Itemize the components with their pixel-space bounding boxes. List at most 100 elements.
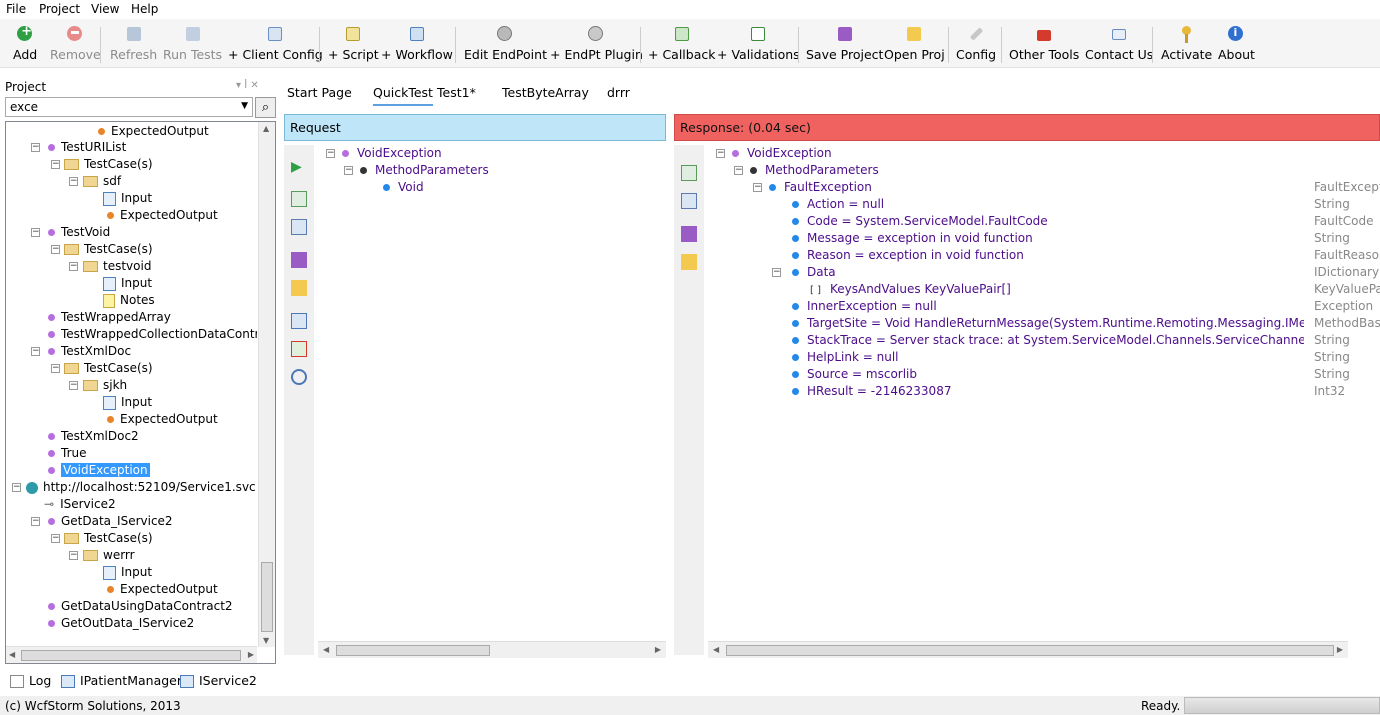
client-config-button[interactable]: + Client Config [228, 25, 323, 62]
save-icon[interactable] [291, 252, 307, 268]
copy-icon[interactable] [291, 313, 307, 329]
config-button[interactable]: Config [956, 25, 996, 62]
add-button[interactable]: + Add [13, 24, 37, 62]
run-tests-button[interactable]: Run Tests [163, 25, 222, 62]
menu-file[interactable]: File [6, 2, 26, 16]
menu-project[interactable]: Project [39, 2, 80, 16]
request-node[interactable]: VoidException [340, 145, 442, 162]
tab-test1[interactable]: Test1* [437, 85, 476, 100]
tree-item[interactable]: Input [103, 394, 152, 411]
callback-button[interactable]: + Callback [648, 25, 716, 62]
tab-drrr[interactable]: drrr [607, 85, 630, 100]
response-node[interactable]: StackTrace = Server stack trace: at Syst… [790, 332, 1304, 349]
tree-item[interactable]: Input [103, 275, 152, 292]
response-node[interactable]: Source = mscorlib [790, 366, 917, 383]
response-node[interactable]: FaultException [767, 179, 872, 196]
open-folder-icon[interactable] [681, 254, 697, 270]
tree-item[interactable]: TestXmlDoc [44, 343, 131, 360]
workflow-button[interactable]: + Workflow [381, 25, 453, 62]
search-input[interactable] [6, 98, 236, 116]
tree-item[interactable]: Input [103, 190, 152, 207]
response-node[interactable]: HResult = -2146233087 [790, 383, 951, 400]
tree-item[interactable]: TestURIList [44, 139, 126, 156]
response-node[interactable]: Data [790, 264, 836, 281]
response-node[interactable]: MethodParameters [748, 162, 879, 179]
project-tree[interactable]: ExpectedOutput − TestURIList − TestCase(… [5, 121, 276, 664]
tab-start-page[interactable]: Start Page [287, 85, 352, 100]
tree-item[interactable]: True [44, 445, 87, 462]
script-button[interactable]: + Script [328, 25, 379, 62]
tree-item[interactable]: sdf [83, 173, 121, 190]
tree-item[interactable]: TestCase(s) [64, 360, 153, 377]
response-horizontal-scrollbar[interactable]: ◀ ▶ [708, 641, 1348, 658]
request-horizontal-scrollbar[interactable]: ◀ ▶ [318, 641, 666, 658]
tree-item[interactable]: TestCase(s) [64, 156, 153, 173]
tree-view-icon[interactable] [681, 165, 697, 181]
response-node[interactable]: InnerException = null [790, 298, 937, 315]
activate-button[interactable]: Activate [1161, 25, 1212, 62]
open-folder-icon[interactable] [291, 280, 307, 296]
refresh-button[interactable]: Refresh [110, 25, 157, 62]
response-node[interactable]: TargetSite = Void HandleReturnMessage(Sy… [790, 315, 1304, 332]
chart-icon[interactable] [291, 341, 307, 357]
search-combobox[interactable]: ▼ [5, 97, 253, 117]
response-node[interactable]: Message = exception in void function [790, 230, 1033, 247]
tab-testbytearray[interactable]: TestByteArray [502, 85, 589, 100]
response-node[interactable]: Action = null [790, 196, 884, 213]
tree-item[interactable]: TestCase(s) [64, 530, 153, 547]
search-button[interactable]: ⌕ [255, 97, 276, 118]
panel-pin-icon[interactable]: ▾ ꟾ ✕ [236, 80, 259, 91]
tree-item[interactable]: sjkh [83, 377, 127, 394]
tab-iservice2[interactable]: IService2 [180, 673, 257, 688]
response-node[interactable]: Code = System.ServiceModel.FaultCode [790, 213, 1048, 230]
edit-endpoint-button[interactable]: Edit EndPoint [464, 25, 547, 62]
tree-item[interactable]: Notes [103, 292, 155, 309]
response-tree[interactable]: − VoidException − MethodParameters − Fau… [708, 145, 1380, 641]
tree-item[interactable]: TestXmlDoc2 [44, 428, 139, 445]
web-icon[interactable] [291, 219, 307, 235]
contact-us-button[interactable]: Contact Us [1085, 25, 1153, 62]
menu-help[interactable]: Help [131, 2, 158, 16]
menu-view[interactable]: View [91, 2, 119, 16]
tree-item[interactable]: TestWrappedArray [44, 309, 171, 326]
tab-ipatientmanager[interactable]: IPatientManager [61, 673, 182, 688]
tree-item[interactable]: ExpectedOutput [94, 123, 209, 140]
run-icon[interactable]: ▶ [291, 159, 307, 175]
tree-horizontal-scrollbar[interactable]: ◀ ▶ [6, 646, 257, 663]
tree-item[interactable]: GetData_IService2 [44, 513, 173, 530]
tree-item[interactable]: ExpectedOutput [103, 411, 218, 428]
tree-item-service[interactable]: http://localhost:52109/Service1.svc [22, 479, 256, 496]
tree-item[interactable]: TestWrappedCollectionDataContrac [44, 326, 257, 343]
web-icon[interactable] [681, 193, 697, 209]
response-node[interactable]: [ ] KeysAndValues KeyValuePair[] [810, 281, 1011, 298]
tree-item-selected[interactable]: VoidException [44, 462, 150, 479]
other-tools-button[interactable]: Other Tools [1009, 25, 1079, 62]
save-project-button[interactable]: Save Project [806, 25, 883, 62]
response-node[interactable]: HelpLink = null [790, 349, 899, 366]
response-node[interactable]: Reason = exception in void function [790, 247, 1024, 264]
save-icon[interactable] [681, 226, 697, 242]
tree-vertical-scrollbar[interactable]: ▲ ▼ [258, 122, 275, 647]
tree-item[interactable]: ⊸ IService2 [44, 496, 116, 513]
tab-log[interactable]: Log [10, 673, 51, 688]
tree-item[interactable]: GetOutData_IService2 [44, 615, 194, 632]
tree-item[interactable]: werrr [83, 547, 135, 564]
tree-item[interactable]: ExpectedOutput [103, 207, 218, 224]
request-node[interactable]: MethodParameters [358, 162, 489, 179]
endpoint-plugin-button[interactable]: + EndPt Plugin [550, 25, 643, 62]
request-node[interactable]: Void [381, 179, 424, 196]
tab-quicktest[interactable]: QuickTest [373, 85, 433, 106]
remove-button[interactable]: Remove [50, 25, 101, 62]
tree-item[interactable]: TestCase(s) [64, 241, 153, 258]
response-node[interactable]: VoidException [730, 145, 832, 162]
open-project-button[interactable]: Open Proj [884, 25, 945, 62]
validations-button[interactable]: + Validations [717, 25, 800, 62]
tree-item[interactable]: testvoid [83, 258, 151, 275]
tree-item[interactable]: GetDataUsingDataContract2 [44, 598, 233, 615]
chevron-down-icon[interactable]: ▼ [241, 101, 248, 111]
tree-item[interactable]: Input [103, 564, 152, 581]
tree-view-icon[interactable] [291, 191, 307, 207]
zoom-icon[interactable] [291, 369, 307, 385]
about-button[interactable]: i About [1218, 25, 1255, 62]
tree-item[interactable]: TestVoid [44, 224, 110, 241]
